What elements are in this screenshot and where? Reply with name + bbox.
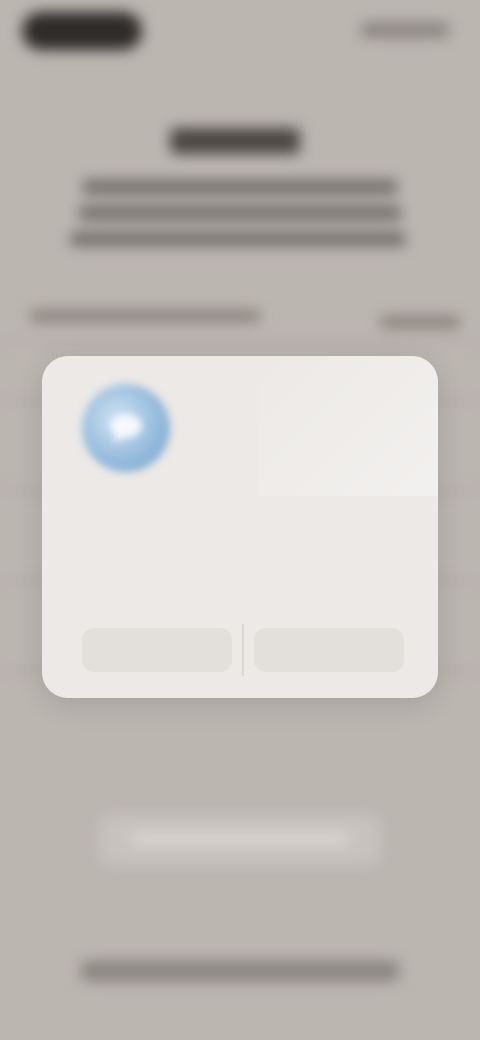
setting-value[interactable] (380, 316, 460, 328)
page-title (170, 128, 300, 154)
primary-action-button[interactable] (100, 815, 380, 865)
alert-dialog (42, 356, 438, 698)
app-icon (82, 384, 170, 472)
chat-bubble-icon (110, 414, 142, 444)
status-bar-time (22, 12, 142, 50)
dialog-secondary-button[interactable] (82, 628, 232, 672)
primary-action-label (130, 833, 350, 845)
phone-screen (0, 0, 480, 1040)
footer-link[interactable] (80, 960, 400, 982)
page-subtitle-line (70, 232, 406, 246)
dialog-primary-button[interactable] (254, 628, 404, 672)
setting-label (30, 310, 260, 322)
button-divider (242, 624, 244, 676)
dialog-highlight (258, 356, 438, 496)
divider (0, 340, 480, 342)
page-subtitle-line (78, 206, 402, 220)
page-subtitle-line (82, 180, 398, 194)
status-bar-indicators (360, 22, 450, 38)
